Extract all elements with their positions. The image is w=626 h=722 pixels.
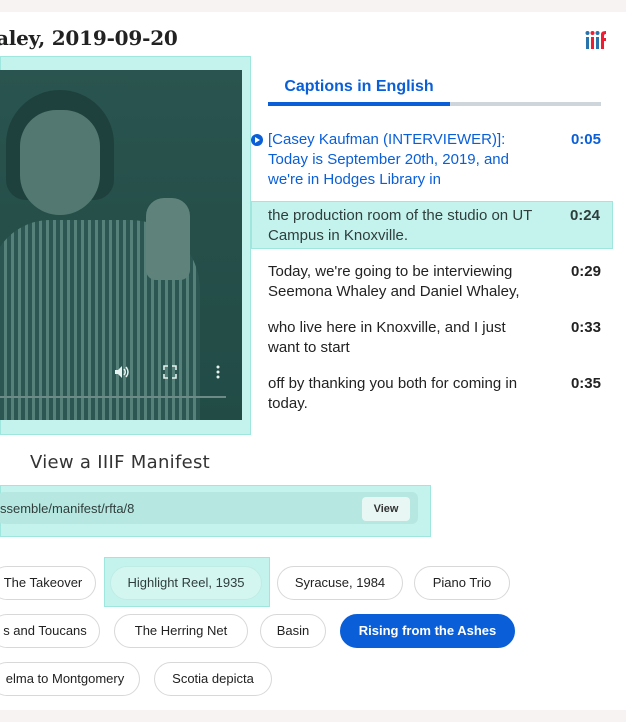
caption-text: off by thanking you both for coming in t… — [268, 375, 518, 412]
caption-cue[interactable]: off by thanking you both for coming in t… — [268, 374, 613, 414]
chip-the-herring-net[interactable]: The Herring Net — [114, 614, 248, 648]
iiif-logo-icon[interactable] — [585, 30, 607, 50]
view-manifest-button[interactable]: View — [362, 497, 410, 521]
caption-cue[interactable]: who live here in Knoxville, and I just w… — [268, 318, 613, 358]
caption-text: Today, we're going to be interviewing Se… — [268, 263, 520, 300]
chip-scotia-depicta[interactable]: Scotia depicta — [154, 662, 272, 696]
caption-cue[interactable]: Today, we're going to be interviewing Se… — [268, 262, 613, 302]
fullscreen-icon[interactable] — [163, 365, 177, 379]
more-options-icon[interactable] — [214, 364, 222, 380]
caption-time[interactable]: 0:29 — [571, 262, 601, 282]
chip-selma-to-montgomery[interactable]: elma to Montgomery — [0, 662, 140, 696]
chip-rising-from-the-ashes[interactable]: Rising from the Ashes — [340, 614, 515, 648]
chip-basin[interactable]: Basin — [260, 614, 326, 648]
caption-text: [Casey Kaufman (INTERVIEWER)]: Today is … — [268, 131, 509, 188]
caption-text: the production room of the studio on UT … — [268, 207, 533, 244]
caption-time[interactable]: 0:24 — [570, 206, 600, 226]
manifest-url-input[interactable]: ssemble/manifest/rfta/8 — [0, 492, 418, 524]
chip-syracuse-1984[interactable]: Syracuse, 1984 — [277, 566, 403, 600]
caption-time[interactable]: 0:05 — [571, 130, 601, 150]
chip-piano-trio[interactable]: Piano Trio — [414, 566, 510, 600]
caption-cue[interactable]: the production room of the studio on UT … — [251, 201, 613, 249]
caption-time[interactable]: 0:35 — [571, 374, 601, 394]
caption-cue[interactable]: [Casey Kaufman (INTERVIEWER)]: Today is … — [268, 130, 613, 190]
chip-the-takeover[interactable]: The Takeover — [0, 566, 96, 600]
caption-time[interactable]: 0:33 — [571, 318, 601, 338]
current-cue-play-icon[interactable] — [251, 134, 263, 146]
caption-text: who live here in Knoxville, and I just w… — [268, 319, 506, 356]
chip-toucans[interactable]: s and Toucans — [0, 614, 100, 648]
manifest-heading: View a IIIF Manifest — [30, 452, 211, 473]
page-title: aley, 2019-09-20 — [0, 26, 178, 50]
tab-active-indicator — [268, 102, 450, 106]
chip-highlight-reel-1935[interactable]: Highlight Reel, 1935 — [110, 566, 262, 600]
video-progress-bar[interactable] — [0, 396, 226, 398]
volume-icon[interactable] — [114, 364, 130, 380]
